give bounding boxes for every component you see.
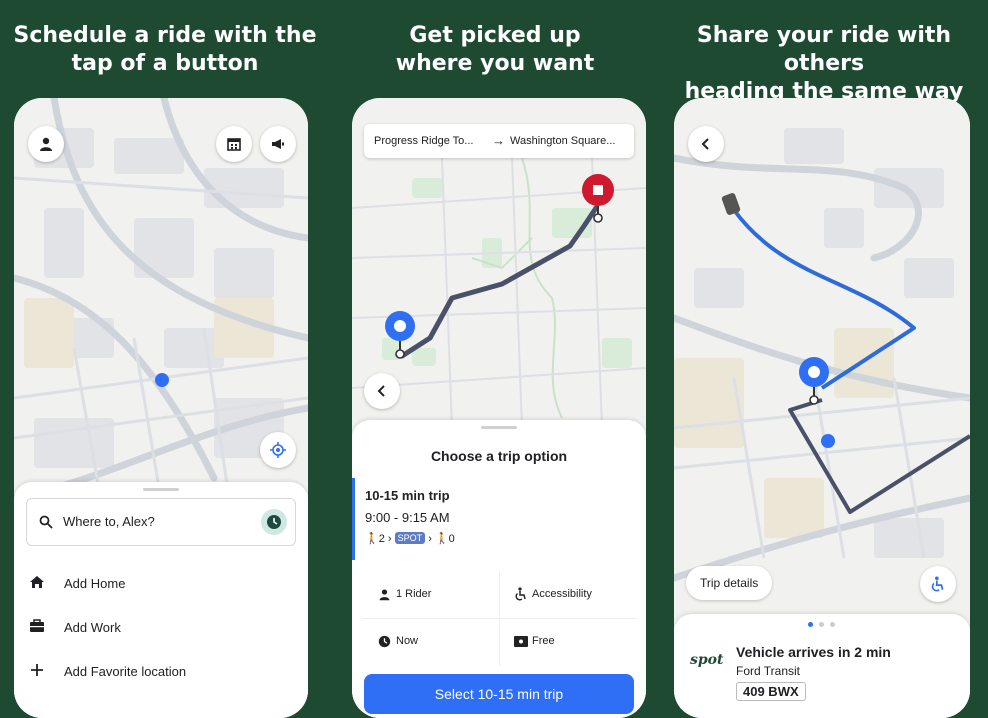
panel-caption: Get picked up where you want <box>395 23 595 76</box>
accessibility-icon <box>515 587 526 601</box>
phone-screen: Trip details spot Vehicle arrives in 2 m… <box>674 98 970 718</box>
recenter-button[interactable] <box>260 432 296 468</box>
departure-option[interactable]: Now <box>362 620 499 666</box>
fare-option[interactable]: Free <box>499 620 637 666</box>
schedule-button[interactable] <box>216 126 252 162</box>
panel-share: Share your ride with others heading the … <box>660 0 988 718</box>
ticket-icon <box>514 636 528 647</box>
route-from: Progress Ridge To... <box>374 135 474 147</box>
spot-logo: spot <box>690 652 724 668</box>
search-icon <box>39 515 53 529</box>
trip-time: 9:00 - 9:15 AM <box>365 510 450 525</box>
plus-icon <box>31 664 43 676</box>
trip-settings-grid: 1 Rider Accessibility Now Free <box>362 572 637 668</box>
add-favorite-item[interactable]: Add Favorite location <box>14 650 308 694</box>
person-icon <box>40 137 52 151</box>
current-location-dot <box>155 373 169 387</box>
arrow-right-icon: → <box>492 133 505 148</box>
sheet-title: Choose a trip option <box>430 448 568 464</box>
chevron-right-icon: › <box>387 533 392 545</box>
clock-icon <box>378 635 391 648</box>
panel-caption: Share your ride with others heading the … <box>684 23 964 104</box>
schedule-clock-button[interactable] <box>261 509 287 535</box>
page-dots <box>802 622 842 628</box>
vehicle-model: Ford Transit <box>736 664 801 678</box>
accessibility-option[interactable]: Accessibility <box>499 572 637 619</box>
crosshair-icon <box>270 442 286 458</box>
walk-icon: 🚶 <box>434 533 449 545</box>
trip-option-card[interactable]: 10-15 min trip 9:00 - 9:15 AM 🚶2 › SPOT … <box>352 478 646 560</box>
vehicle-status: Vehicle arrives in 2 min <box>736 644 891 660</box>
chevron-left-icon <box>377 385 385 397</box>
accessibility-icon <box>931 576 944 592</box>
trip-name: 10-15 min trip <box>365 488 450 503</box>
calendar-icon <box>227 138 241 151</box>
sheet-handle[interactable] <box>143 488 179 491</box>
add-home-item[interactable]: Add Home <box>14 562 308 606</box>
chevron-right-icon: › <box>428 533 432 545</box>
search-input[interactable]: Where to, Alex? <box>26 498 296 546</box>
bottom-sheet: Where to, Alex? Add Home Add Work Add Fa… <box>14 482 308 718</box>
clock-icon <box>267 515 281 529</box>
chevron-left-icon <box>701 138 709 150</box>
add-work-item[interactable]: Add Work <box>14 606 308 650</box>
profile-button[interactable] <box>28 126 64 162</box>
sheet-handle[interactable] <box>481 426 517 429</box>
search-placeholder: Where to, Alex? <box>63 514 155 529</box>
phone-screen: Where to, Alex? Add Home Add Work Add Fa… <box>14 98 308 718</box>
select-trip-button[interactable]: Select 10-15 min trip <box>364 674 634 714</box>
trip-options-sheet: Choose a trip option 10-15 min trip 9:00… <box>352 420 646 718</box>
back-button[interactable] <box>364 373 400 409</box>
back-button[interactable] <box>688 126 724 162</box>
home-icon <box>30 576 44 588</box>
panel-schedule: Schedule a ride with the tap of a button <box>0 0 330 718</box>
accessibility-button[interactable] <box>920 566 956 602</box>
person-icon <box>379 589 390 601</box>
route-to: Washington Square... <box>510 135 616 147</box>
route-summary-bar[interactable]: Progress Ridge To... → Washington Square… <box>364 124 634 158</box>
riders-option[interactable]: 1 Rider <box>362 572 499 619</box>
phone-screen: Progress Ridge To... → Washington Square… <box>352 98 646 718</box>
trip-details-button[interactable]: Trip details <box>686 566 773 600</box>
spot-badge: SPOT <box>394 532 426 544</box>
panel-caption: Schedule a ride with the tap of a button <box>13 23 317 76</box>
briefcase-icon <box>30 619 44 632</box>
announcements-button[interactable] <box>260 126 296 162</box>
walk-icon: 🚶 <box>365 533 379 545</box>
panel-pickup: Get picked up where you want Progress Ri… <box>330 0 660 718</box>
vehicle-sheet: spot Vehicle arrives in 2 min Ford Trans… <box>674 614 970 718</box>
license-plate: 409 BWX <box>736 682 806 701</box>
megaphone-icon <box>272 139 284 149</box>
current-location-dot <box>821 434 835 448</box>
trip-legs: 🚶2 › SPOT › 🚶0 <box>365 532 455 545</box>
